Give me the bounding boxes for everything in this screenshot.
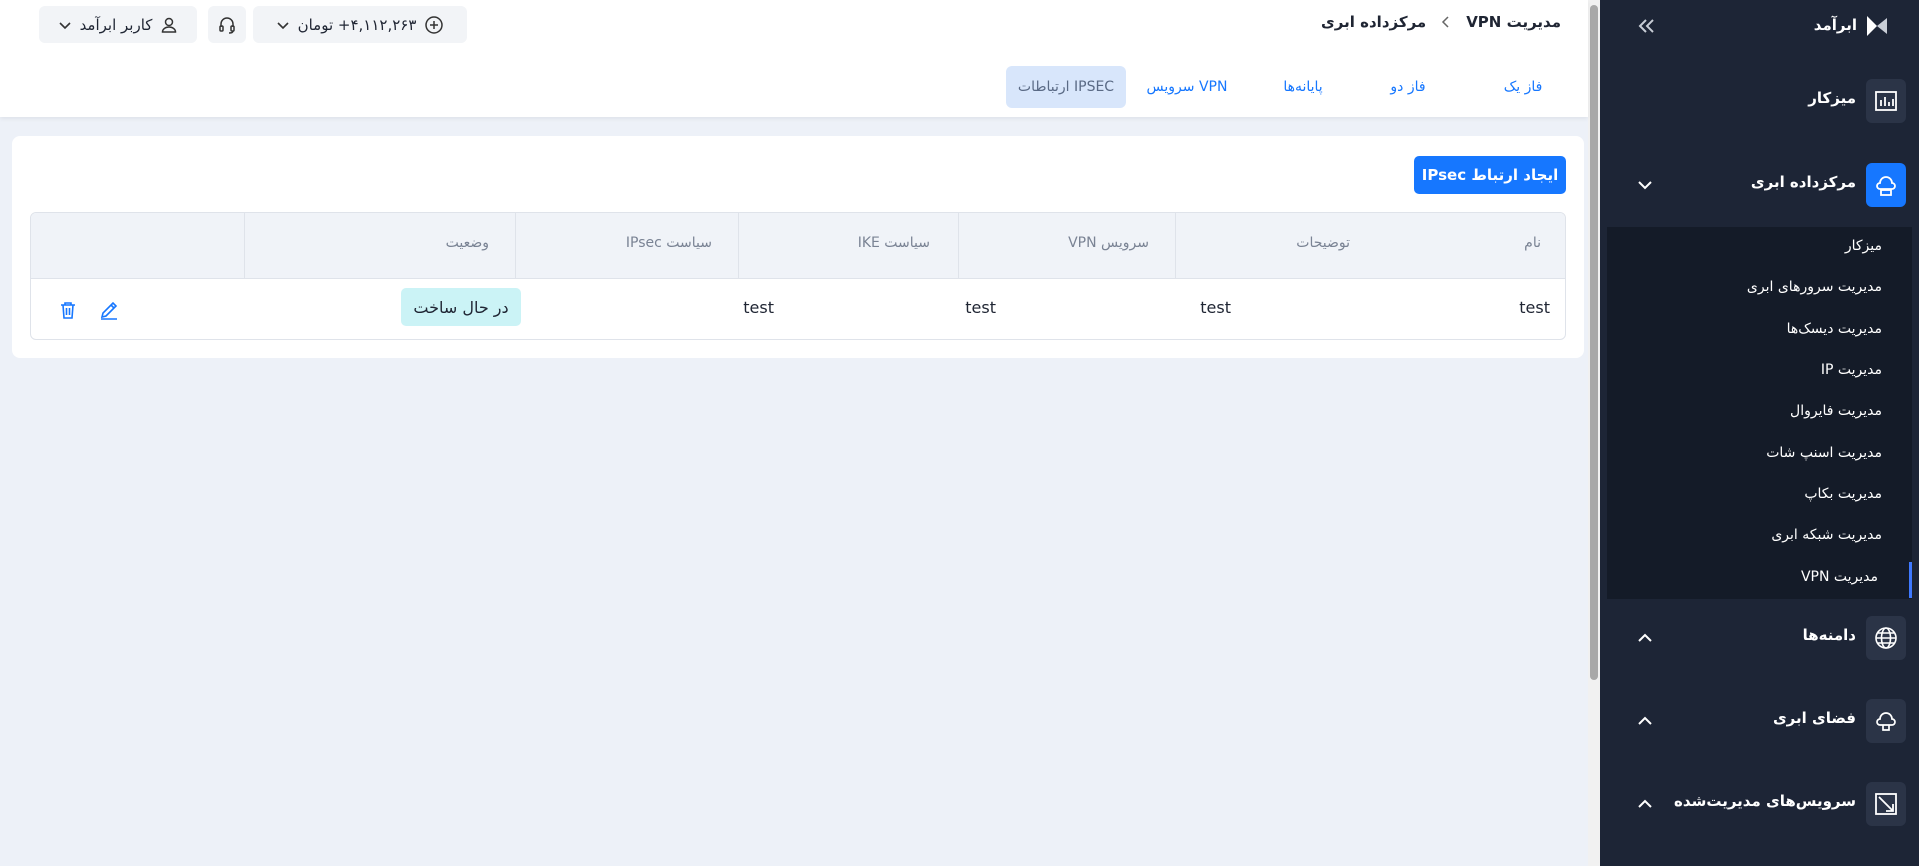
- sidebar-item-cloud-datacenter[interactable]: مرکزداده ابری: [1600, 152, 1919, 218]
- tab-phase-one[interactable]: فاز یک: [1475, 66, 1571, 108]
- sidebar-submenu: میزکار مدیریت سرورهای ابری مدیریت دیسک‌ه…: [1607, 227, 1912, 599]
- sidebar-subitem-dashboard[interactable]: میزکار: [1607, 228, 1912, 268]
- sidebar-subitem-label: مدیریت IP: [1820, 362, 1882, 378]
- chevron-down-icon: [277, 21, 289, 29]
- cloud-storage-icon: [1866, 699, 1906, 743]
- sidebar-subitem-ip[interactable]: مدیریت IP: [1607, 352, 1912, 392]
- tab-phase-two[interactable]: فاز دو: [1360, 66, 1456, 108]
- add-circle-icon[interactable]: [424, 15, 444, 35]
- sidebar-subitem-cloud-servers[interactable]: مدیریت سرورهای ابری: [1607, 269, 1912, 309]
- breadcrumb-parent[interactable]: مرکزداده ابری: [1321, 13, 1426, 31]
- sidebar-subitem-label: مدیریت شبکه ابری: [1771, 527, 1882, 543]
- collapse-sidebar-icon[interactable]: [1636, 15, 1658, 37]
- column-header-ipsec-policy: سیاست IPsec: [515, 213, 738, 279]
- user-icon: [162, 17, 177, 33]
- sidebar-item-managed-services[interactable]: سرویس‌های مدیریت‌شده: [1600, 771, 1919, 837]
- scrollbar-thumb[interactable]: [1590, 5, 1598, 680]
- sidebar-item-label: دامنه‌ها: [1802, 626, 1856, 644]
- balance-button[interactable]: ۴,۱۱۲,۲۶۳+ تومان: [253, 6, 467, 43]
- chevron-up-icon[interactable]: [1634, 710, 1656, 732]
- managed-services-icon: [1866, 782, 1906, 826]
- sidebar-item-label: میزکار: [1808, 89, 1856, 107]
- sidebar-subitem-vpn[interactable]: مدیریت VPN: [1607, 559, 1912, 599]
- column-header-name: نام: [1524, 235, 1541, 251]
- table-header: نام توضیحات سرویس VPN سیاست IKE سیاست IP…: [31, 213, 1565, 279]
- brand-name: ابرآمد: [1813, 16, 1857, 34]
- sidebar-subitem-backup[interactable]: مدیریت بکاپ: [1607, 476, 1912, 516]
- ipsec-connections-table: نام توضیحات سرویس VPN سیاست IKE سیاست IP…: [30, 212, 1566, 340]
- table-row: test test test test در حال ساخت: [31, 279, 1565, 339]
- column-header-actions: [31, 213, 244, 279]
- user-menu-button[interactable]: کاربر ابرآمد: [39, 6, 197, 43]
- cell-ipsec-policy: test: [743, 298, 774, 317]
- tab-endpoints[interactable]: پایانه‌ها: [1255, 66, 1351, 108]
- sidebar-subitem-cloud-network[interactable]: مدیریت شبکه ابری: [1607, 517, 1912, 557]
- sidebar-subitem-disks[interactable]: مدیریت دیسک‌ها: [1607, 311, 1912, 351]
- column-header-vpn-service: سرویس VPN: [958, 213, 1175, 279]
- sidebar-subitem-label: میزکار: [1844, 238, 1882, 254]
- cell-name: test: [1519, 298, 1550, 317]
- cell-ike-policy: test: [965, 298, 996, 317]
- chevron-down-icon[interactable]: [1634, 174, 1656, 196]
- chevron-up-icon[interactable]: [1634, 793, 1656, 815]
- sidebar-subitem-snapshot[interactable]: مدیریت اسنپ شات: [1607, 435, 1912, 475]
- chevron-left-icon: [1442, 16, 1449, 28]
- tab-vpn-service[interactable]: سرویس VPN: [1136, 66, 1238, 108]
- status-badge: در حال ساخت: [401, 288, 521, 326]
- sidebar-subitem-label: مدیریت بکاپ: [1804, 486, 1882, 502]
- cloud-datacenter-icon: [1866, 163, 1906, 207]
- page-scrollbar[interactable]: [1588, 0, 1600, 866]
- dashboard-chart-icon: [1866, 79, 1906, 123]
- sidebar-brand: ابرآمد: [1600, 0, 1919, 52]
- sidebar-subitem-label: مدیریت دیسک‌ها: [1786, 321, 1882, 337]
- tab-ipsec-connections[interactable]: ارتباطات IPSEC: [1006, 66, 1126, 108]
- delete-icon[interactable]: [57, 299, 79, 321]
- sidebar-item-cloud-storage[interactable]: فضای ابری: [1600, 688, 1919, 754]
- sidebar-subitem-label: مدیریت VPN: [1800, 569, 1878, 585]
- support-button[interactable]: [208, 6, 246, 43]
- sidebar-item-label: فضای ابری: [1772, 709, 1856, 727]
- brand-logo-icon: [1867, 16, 1887, 36]
- breadcrumb: مرکزداده ابری مدیریت VPN: [1321, 10, 1561, 34]
- cell-vpn-service: test: [1200, 298, 1231, 317]
- sidebar-subitem-firewall[interactable]: مدیریت فایروال: [1607, 393, 1912, 433]
- ipsec-connections-card: ایجاد ارتباط IPsec نام توضیحات سرویس VPN…: [12, 136, 1584, 358]
- breadcrumb-current: مدیریت VPN: [1466, 13, 1561, 31]
- sidebar-item-label: سرویس‌های مدیریت‌شده: [1674, 792, 1856, 810]
- column-header-ike-policy: سیاست IKE: [738, 213, 958, 279]
- sidebar-item-dashboard[interactable]: میزکار: [1600, 68, 1919, 134]
- balance-amount: ۴,۱۱۲,۲۶۳+ تومان: [297, 15, 417, 34]
- sidebar-subitem-label: مدیریت اسنپ شات: [1766, 445, 1882, 461]
- top-header: مرکزداده ابری مدیریت VPN ۴,۱۱۲,۲۶۳+ توما…: [0, 0, 1588, 117]
- user-name: کاربر ابرآمد: [79, 15, 153, 34]
- chevron-up-icon[interactable]: [1634, 627, 1656, 649]
- column-header-status: وضعیت: [244, 213, 515, 279]
- sidebar-item-label: مرکزداده ابری: [1750, 173, 1856, 191]
- column-header-description: توضیحات: [1175, 213, 1376, 279]
- headset-icon: [219, 16, 235, 34]
- chevron-down-icon: [58, 21, 71, 29]
- sidebar-subitem-label: مدیریت فایروال: [1790, 403, 1882, 419]
- globe-icon: [1866, 616, 1906, 660]
- sidebar-item-domains[interactable]: دامنه‌ها: [1600, 605, 1919, 671]
- sidebar-subitem-label: مدیریت سرورهای ابری: [1746, 279, 1882, 295]
- create-ipsec-connection-button[interactable]: ایجاد ارتباط IPsec: [1414, 156, 1566, 194]
- edit-icon[interactable]: [98, 299, 120, 321]
